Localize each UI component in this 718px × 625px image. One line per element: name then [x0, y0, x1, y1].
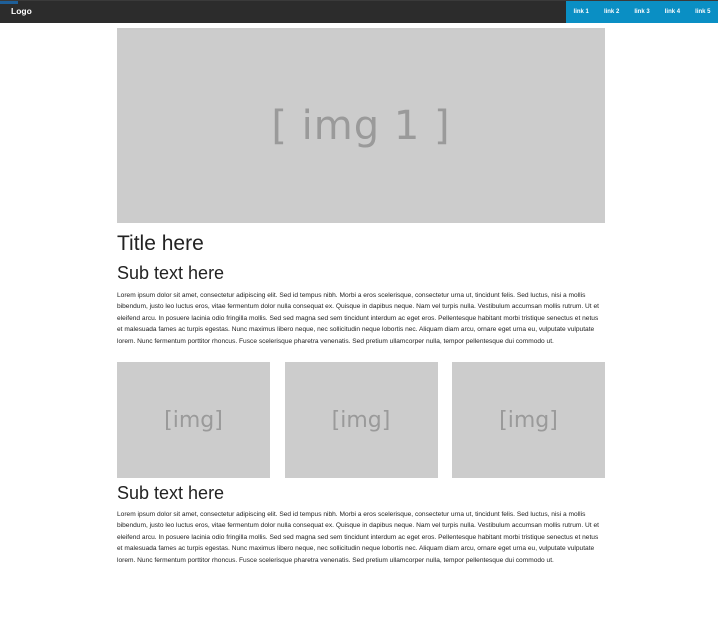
thumbnail-image-3: [img] [452, 362, 605, 479]
thumbnail-label: [img] [499, 407, 558, 433]
nav-links: link 1 link 2 link 3 link 4 link 5 [566, 1, 718, 23]
nav-link-3[interactable]: link 3 [627, 1, 657, 23]
thumbnail-row: [img] [img] [img] [117, 362, 605, 479]
thumbnail-label: [img] [164, 407, 223, 433]
nav-link-1[interactable]: link 1 [566, 1, 596, 23]
hero-image-label: [ img 1 ] [271, 102, 451, 149]
thumbnail-label: [img] [331, 407, 391, 433]
page-title: Title here [117, 232, 204, 255]
nav-link-5[interactable]: link 5 [688, 1, 718, 23]
section-1-subtitle: Sub text here [117, 263, 225, 283]
nav-link-2[interactable]: link 2 [596, 1, 626, 23]
corner-accent-mark [0, 1, 18, 4]
logo-link[interactable]: Logo [11, 6, 32, 16]
section-2-paragraph: Lorem ipsum dolor sit amet, consectetur … [117, 511, 599, 564]
thumbnail-image-1: [img] [117, 362, 270, 479]
thumbnail-image-2: [img] [284, 362, 438, 479]
section-2-subtitle: Sub text here [117, 483, 225, 504]
top-navbar: Logo link 1 link 2 link 3 link 4 link 5 [0, 0, 718, 23]
main-content: [ img 1 ] Title here Sub text here Lorem… [117, 28, 605, 566]
hero-image-placeholder: [ img 1 ] [117, 28, 605, 223]
nav-link-4[interactable]: link 4 [657, 1, 687, 23]
section-1-paragraph: Lorem ipsum dolor sit amet, consectetur … [117, 292, 599, 345]
